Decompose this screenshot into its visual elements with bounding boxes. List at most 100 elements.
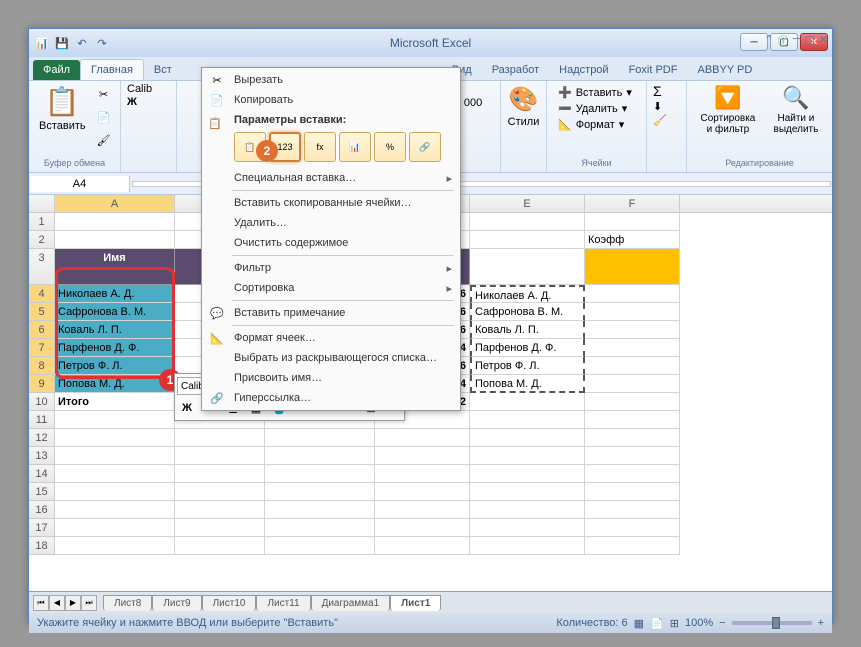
cell[interactable]: Попова М. Д. (470, 375, 585, 393)
cell[interactable]: Имя (55, 249, 175, 285)
zoom-in[interactable]: + (818, 617, 824, 629)
sheet-tab[interactable]: Лист10 (202, 595, 257, 611)
row-header[interactable]: 11 (29, 411, 55, 429)
cell[interactable] (265, 465, 375, 483)
cell[interactable]: Николаев А. Д. (470, 285, 585, 303)
clear-btn[interactable]: 🧹 (653, 114, 680, 127)
cell[interactable] (175, 537, 265, 555)
fill-btn[interactable]: ⬇ (653, 100, 680, 113)
cell[interactable]: Парфенов Д. Ф. (470, 339, 585, 357)
redo-icon[interactable]: ↷ (93, 34, 111, 52)
row-header[interactable]: 12 (29, 429, 55, 447)
mini-bold[interactable]: Ж (177, 398, 197, 418)
paste-opt-transpose[interactable]: 📊 (339, 132, 371, 162)
cell[interactable] (585, 429, 680, 447)
cell[interactable] (375, 429, 470, 447)
ctx-insert-cells[interactable]: Вставить скопированные ячейки… (204, 193, 458, 213)
cell[interactable] (585, 393, 680, 411)
cell[interactable] (175, 465, 265, 483)
ctx-clear[interactable]: Очистить содержимое (204, 233, 458, 253)
ctx-comment[interactable]: 💬Вставить примечание (204, 303, 458, 323)
col-header-F[interactable]: F (585, 195, 680, 212)
cell[interactable] (175, 519, 265, 537)
cell[interactable] (375, 537, 470, 555)
sheet-tab[interactable]: Лист1 (390, 595, 441, 611)
paste-button[interactable]: 📋 Вставить (35, 83, 90, 134)
help-icon[interactable]: ⓘ (778, 33, 789, 49)
cell[interactable] (265, 429, 375, 447)
ctx-name[interactable]: Присвоить имя… (204, 368, 458, 388)
cell[interactable] (265, 501, 375, 519)
zoom-level[interactable]: 100% (685, 617, 713, 629)
cell[interactable] (175, 447, 265, 465)
cell[interactable] (470, 537, 585, 555)
sheet-nav-prev[interactable]: ◀ (49, 595, 65, 611)
cell[interactable] (585, 501, 680, 519)
row-header[interactable]: 5 (29, 303, 55, 321)
cell[interactable] (55, 447, 175, 465)
cell[interactable] (470, 393, 585, 411)
col-header-A[interactable]: A (55, 195, 175, 212)
cell[interactable] (55, 519, 175, 537)
cell[interactable] (585, 285, 680, 303)
cell[interactable] (55, 537, 175, 555)
cell[interactable] (265, 447, 375, 465)
cell[interactable] (265, 519, 375, 537)
cells-delete[interactable]: ➖Удалить▾ (555, 101, 638, 116)
row-header[interactable]: 6 (29, 321, 55, 339)
cell[interactable] (375, 483, 470, 501)
cell[interactable]: Сафронова В. М. (55, 303, 175, 321)
cell[interactable] (470, 501, 585, 519)
undo-icon[interactable]: ↶ (73, 34, 91, 52)
cell[interactable] (470, 519, 585, 537)
sheet-nav-first[interactable]: ⏮ (33, 595, 49, 611)
cell[interactable] (375, 519, 470, 537)
cell[interactable] (175, 483, 265, 501)
cell[interactable] (585, 519, 680, 537)
cell[interactable] (375, 465, 470, 483)
cell[interactable]: Николаев А. Д. (55, 285, 175, 303)
cell[interactable] (585, 537, 680, 555)
cell[interactable] (585, 411, 680, 429)
row-header[interactable]: 14 (29, 465, 55, 483)
cell[interactable] (585, 447, 680, 465)
sheet-tab[interactable]: Лист8 (103, 595, 152, 611)
tab-foxit[interactable]: Foxit PDF (619, 60, 688, 80)
row-header[interactable]: 13 (29, 447, 55, 465)
cell[interactable] (470, 213, 585, 231)
cell[interactable]: Коваль Л. П. (55, 321, 175, 339)
ctx-copy[interactable]: 📄Копировать (204, 90, 458, 110)
zoom-slider[interactable] (732, 621, 812, 625)
brush-icon[interactable]: 🖌 (93, 129, 115, 151)
cell[interactable] (175, 501, 265, 519)
row-header[interactable]: 7 (29, 339, 55, 357)
cell[interactable] (585, 483, 680, 501)
cell[interactable] (585, 339, 680, 357)
cell[interactable] (585, 357, 680, 375)
view-normal-icon[interactable]: ▦ (634, 617, 644, 630)
cell[interactable] (375, 447, 470, 465)
cell[interactable] (585, 213, 680, 231)
find-select-button[interactable]: 🔍Найти и выделить (766, 83, 826, 137)
cell[interactable] (265, 483, 375, 501)
bold-btn[interactable]: Ж (127, 96, 137, 108)
sheet-tab[interactable]: Лист11 (256, 595, 310, 611)
cell[interactable]: Коэфф (585, 231, 680, 249)
row-header[interactable]: 3 (29, 249, 55, 285)
zoom-out[interactable]: − (719, 617, 725, 629)
sort-filter-button[interactable]: 🔽Сортировка и фильтр (693, 83, 763, 137)
cell[interactable] (585, 375, 680, 393)
cell[interactable] (470, 429, 585, 447)
cell[interactable] (585, 321, 680, 339)
ctx-dropdown[interactable]: Выбрать из раскрывающегося списка… (204, 348, 458, 368)
tab-home[interactable]: Главная (80, 59, 144, 80)
sheet-tab[interactable]: Лист9 (152, 595, 201, 611)
cell[interactable] (55, 213, 175, 231)
row-header[interactable]: 10 (29, 393, 55, 411)
doc-min-icon[interactable]: ─ (793, 33, 801, 49)
cell[interactable]: Сафронова В. М. (470, 303, 585, 321)
cell[interactable]: Попова М. Д. (55, 375, 175, 393)
cell[interactable] (470, 483, 585, 501)
doc-close-icon[interactable]: ✕ (819, 33, 828, 49)
cell[interactable] (55, 231, 175, 249)
